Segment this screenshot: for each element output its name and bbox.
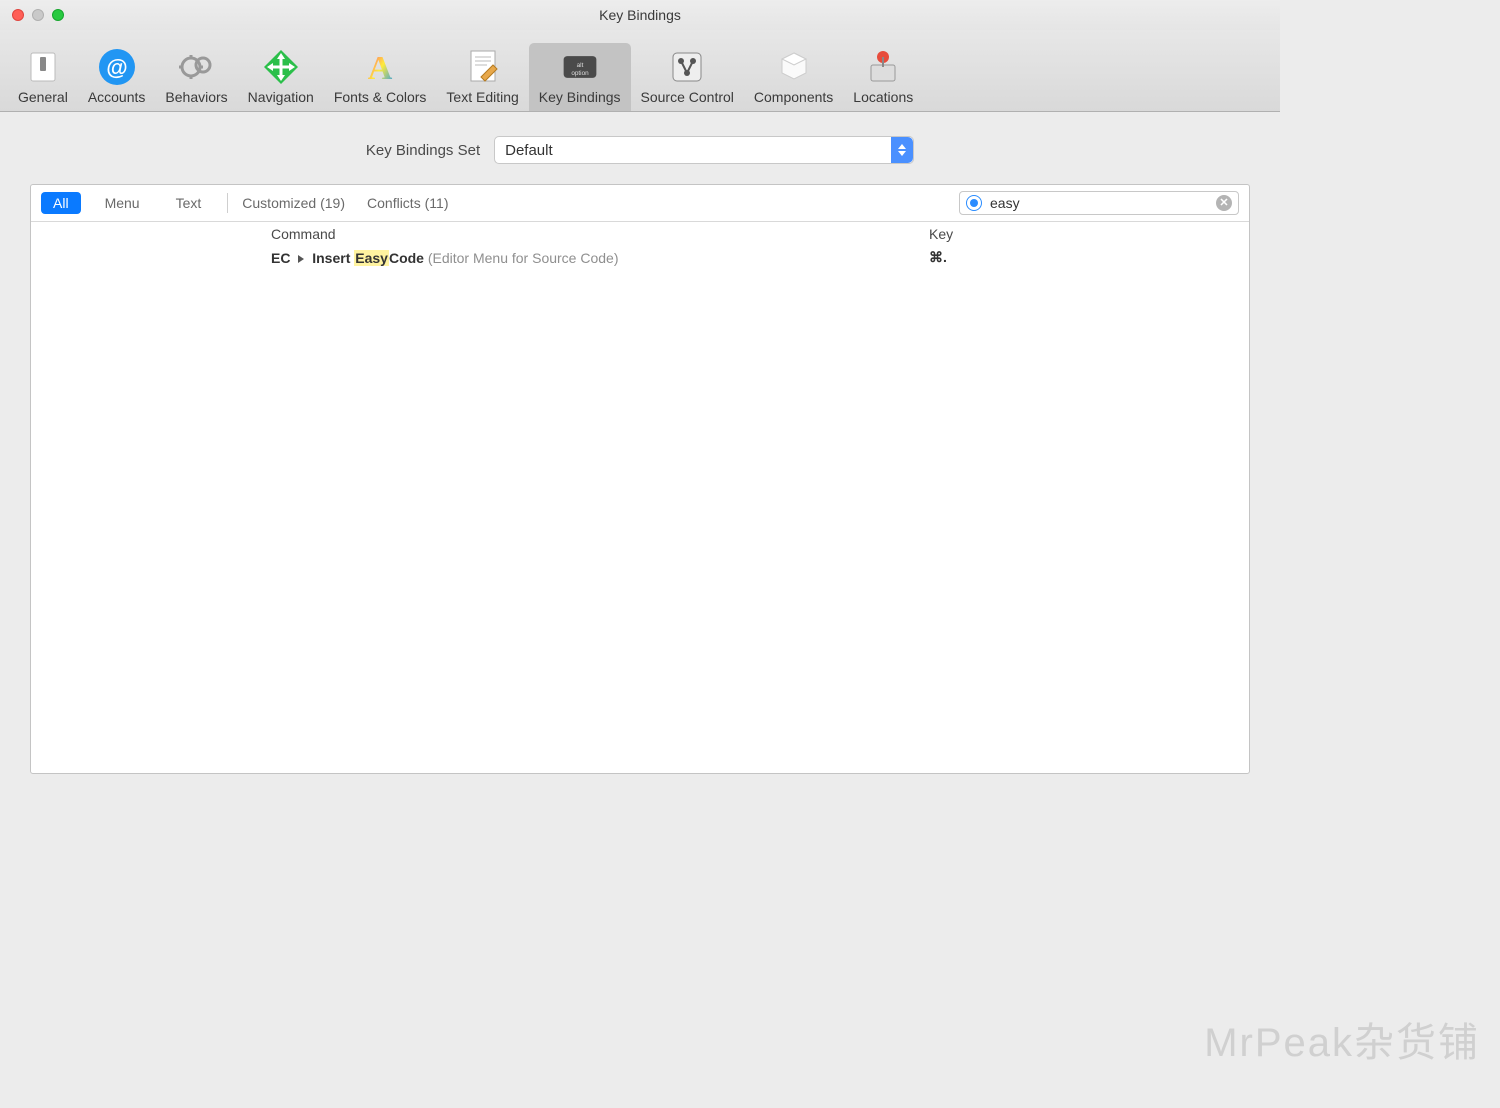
filter-bar: All Menu Text Customized (19) Conflicts … [31, 185, 1249, 222]
select-stepper-icon [891, 137, 913, 163]
tab-text-editing[interactable]: Text Editing [436, 43, 528, 111]
segment-menu[interactable]: Menu [93, 192, 152, 214]
general-icon [23, 47, 63, 87]
components-icon [774, 47, 814, 87]
svg-text:alt: alt [576, 62, 583, 69]
tab-general[interactable]: General [8, 43, 78, 111]
search-box[interactable]: ✕ [959, 191, 1239, 215]
tab-label: Source Control [641, 89, 734, 105]
source-control-icon [667, 47, 707, 87]
row-key: ⌘. [929, 249, 1249, 266]
tab-label: Accounts [88, 89, 146, 105]
chevron-right-icon [298, 255, 304, 263]
clear-search-icon[interactable]: ✕ [1216, 195, 1232, 211]
text-editing-icon [463, 47, 503, 87]
close-icon[interactable] [12, 9, 24, 21]
table-row[interactable]: EC Insert EasyCode (Editor Menu for Sour… [31, 246, 1249, 269]
header-key: Key [929, 226, 1249, 242]
content-area: Key Bindings Set Default All Menu Text C… [0, 112, 1280, 798]
tab-locations[interactable]: Locations [843, 43, 923, 111]
divider [227, 193, 228, 213]
preferences-toolbar: General @ Accounts Behaviors Navigation … [0, 30, 1280, 112]
set-label: Key Bindings Set [366, 142, 480, 159]
filter-customized[interactable]: Customized (19) [242, 195, 345, 211]
tab-label: Fonts & Colors [334, 89, 427, 105]
tab-key-bindings[interactable]: altoption Key Bindings [529, 43, 631, 111]
tab-behaviors[interactable]: Behaviors [155, 43, 237, 111]
filter-conflicts[interactable]: Conflicts (11) [367, 195, 448, 211]
traffic-lights [12, 9, 64, 21]
row-command: EC Insert EasyCode (Editor Menu for Sour… [31, 250, 929, 266]
behaviors-icon [177, 47, 217, 87]
key-bindings-set-row: Key Bindings Set Default [30, 136, 1250, 164]
tab-label: Key Bindings [539, 89, 621, 105]
tab-label: Navigation [248, 89, 314, 105]
tab-label: Text Editing [446, 89, 518, 105]
minimize-icon [32, 9, 44, 21]
window-title: Key Bindings [0, 7, 1280, 23]
bindings-panel: All Menu Text Customized (19) Conflicts … [30, 184, 1250, 774]
search-input[interactable] [990, 195, 1216, 211]
titlebar: Key Bindings [0, 0, 1280, 30]
tab-components[interactable]: Components [744, 43, 843, 111]
key-bindings-icon: altoption [560, 47, 600, 87]
tab-navigation[interactable]: Navigation [238, 43, 324, 111]
segment-all[interactable]: All [41, 192, 81, 214]
select-value: Default [505, 142, 553, 159]
search-scope-icon[interactable] [966, 195, 982, 211]
tab-label: Behaviors [165, 89, 227, 105]
locations-icon [863, 47, 903, 87]
table-header: Command Key [31, 222, 1249, 246]
tab-fonts-colors[interactable]: A Fonts & Colors [324, 43, 437, 111]
filter-segments: All Menu Text [41, 192, 213, 214]
svg-text:option: option [571, 70, 589, 77]
tab-label: Locations [853, 89, 913, 105]
svg-text:@: @ [106, 55, 127, 80]
header-command: Command [31, 226, 929, 242]
key-bindings-set-select[interactable]: Default [494, 136, 914, 164]
table-body: EC Insert EasyCode (Editor Menu for Sour… [31, 246, 1249, 773]
tab-accounts[interactable]: @ Accounts [78, 43, 156, 111]
fonts-colors-icon: A [360, 47, 400, 87]
navigation-icon [261, 47, 301, 87]
svg-text:A: A [368, 50, 393, 87]
segment-text[interactable]: Text [164, 192, 214, 214]
tab-source-control[interactable]: Source Control [631, 43, 744, 111]
watermark: MrPeak杂货铺 [1204, 1010, 1480, 1068]
tab-label: Components [754, 89, 833, 105]
tab-label: General [18, 89, 68, 105]
maximize-icon[interactable] [52, 9, 64, 21]
accounts-icon: @ [97, 47, 137, 87]
